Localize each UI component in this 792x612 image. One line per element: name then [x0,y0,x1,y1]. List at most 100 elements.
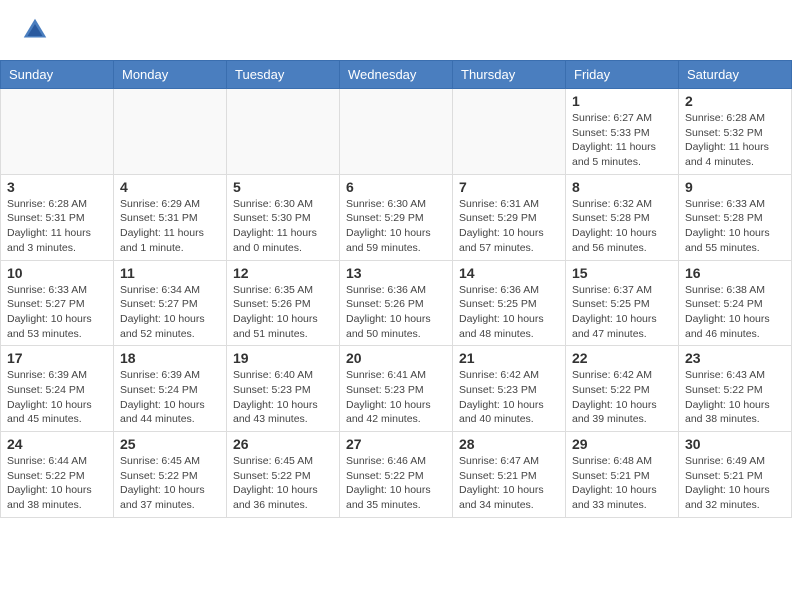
day-number: 15 [572,265,672,281]
calendar: SundayMondayTuesdayWednesdayThursdayFrid… [0,60,792,518]
calendar-cell: 4 Sunrise: 6:29 AM Sunset: 5:31 PM Daylig… [114,174,227,260]
day-number: 18 [120,350,220,366]
calendar-cell: 16 Sunrise: 6:38 AM Sunset: 5:24 PM Dayli… [679,260,792,346]
day-info: Sunrise: 6:47 AM Sunset: 5:21 PM Dayligh… [459,454,559,513]
calendar-cell: 7 Sunrise: 6:31 AM Sunset: 5:29 PM Daylig… [453,174,566,260]
header-friday: Friday [566,61,679,89]
header-thursday: Thursday [453,61,566,89]
week-row-1: 1 Sunrise: 6:27 AM Sunset: 5:33 PM Daylig… [1,89,792,175]
calendar-cell: 24 Sunrise: 6:44 AM Sunset: 5:22 PM Dayli… [1,432,114,518]
day-info: Sunrise: 6:43 AM Sunset: 5:22 PM Dayligh… [685,368,785,427]
day-number: 30 [685,436,785,452]
calendar-cell [114,89,227,175]
day-info: Sunrise: 6:44 AM Sunset: 5:22 PM Dayligh… [7,454,107,513]
calendar-cell: 10 Sunrise: 6:33 AM Sunset: 5:27 PM Dayli… [1,260,114,346]
day-info: Sunrise: 6:33 AM Sunset: 5:28 PM Dayligh… [685,197,785,256]
calendar-cell: 1 Sunrise: 6:27 AM Sunset: 5:33 PM Daylig… [566,89,679,175]
calendar-cell: 14Sunrise: 6:36 AM Sunset: 5:25 PM Dayli… [453,260,566,346]
day-number: 22 [572,350,672,366]
day-number: 13 [346,265,446,281]
week-row-5: 24 Sunrise: 6:44 AM Sunset: 5:22 PM Dayli… [1,432,792,518]
day-info: Sunrise: 6:42 AM Sunset: 5:23 PM Dayligh… [459,368,559,427]
day-info: Sunrise: 6:28 AM Sunset: 5:31 PM Dayligh… [7,197,107,256]
day-number: 26 [233,436,333,452]
day-number: 2 [685,93,785,109]
calendar-cell: 12 Sunrise: 6:35 AM Sunset: 5:26 PM Dayli… [227,260,340,346]
day-info: Sunrise: 6:36 AM Sunset: 5:25 PM Dayligh… [459,283,559,342]
day-number: 24 [7,436,107,452]
day-info: Sunrise: 6:29 AM Sunset: 5:31 PM Dayligh… [120,197,220,256]
calendar-cell: 6 Sunrise: 6:30 AM Sunset: 5:29 PM Daylig… [340,174,453,260]
day-number: 10 [7,265,107,281]
calendar-cell: 29 Sunrise: 6:48 AM Sunset: 5:21 PM Dayli… [566,432,679,518]
day-number: 21 [459,350,559,366]
day-info: Sunrise: 6:41 AM Sunset: 5:23 PM Dayligh… [346,368,446,427]
calendar-cell: 30 Sunrise: 6:49 AM Sunset: 5:21 PM Dayli… [679,432,792,518]
day-info: Sunrise: 6:31 AM Sunset: 5:29 PM Dayligh… [459,197,559,256]
day-number: 27 [346,436,446,452]
day-info: Sunrise: 6:48 AM Sunset: 5:21 PM Dayligh… [572,454,672,513]
calendar-cell: 20 Sunrise: 6:41 AM Sunset: 5:23 PM Dayli… [340,346,453,432]
calendar-cell: 28 Sunrise: 6:47 AM Sunset: 5:21 PM Dayli… [453,432,566,518]
day-number: 17 [7,350,107,366]
calendar-cell: 18 Sunrise: 6:39 AM Sunset: 5:24 PM Dayli… [114,346,227,432]
day-info: Sunrise: 6:33 AM Sunset: 5:27 PM Dayligh… [7,283,107,342]
day-number: 9 [685,179,785,195]
calendar-cell: 3 Sunrise: 6:28 AM Sunset: 5:31 PM Daylig… [1,174,114,260]
week-row-4: 17 Sunrise: 6:39 AM Sunset: 5:24 PM Dayli… [1,346,792,432]
day-number: 20 [346,350,446,366]
day-number: 16 [685,265,785,281]
day-info: Sunrise: 6:30 AM Sunset: 5:30 PM Dayligh… [233,197,333,256]
day-info: Sunrise: 6:32 AM Sunset: 5:28 PM Dayligh… [572,197,672,256]
day-number: 4 [120,179,220,195]
calendar-cell: 25 Sunrise: 6:45 AM Sunset: 5:22 PM Dayli… [114,432,227,518]
day-info: Sunrise: 6:46 AM Sunset: 5:22 PM Dayligh… [346,454,446,513]
day-number: 7 [459,179,559,195]
calendar-cell: 17 Sunrise: 6:39 AM Sunset: 5:24 PM Dayli… [1,346,114,432]
day-number: 5 [233,179,333,195]
calendar-cell: 13Sunrise: 6:36 AM Sunset: 5:26 PM Dayli… [340,260,453,346]
day-info: Sunrise: 6:34 AM Sunset: 5:27 PM Dayligh… [120,283,220,342]
day-info: Sunrise: 6:39 AM Sunset: 5:24 PM Dayligh… [120,368,220,427]
day-number: 19 [233,350,333,366]
calendar-cell [453,89,566,175]
day-info: Sunrise: 6:49 AM Sunset: 5:21 PM Dayligh… [685,454,785,513]
day-number: 23 [685,350,785,366]
day-info: Sunrise: 6:27 AM Sunset: 5:33 PM Dayligh… [572,111,672,170]
day-info: Sunrise: 6:45 AM Sunset: 5:22 PM Dayligh… [120,454,220,513]
header-monday: Monday [114,61,227,89]
day-number: 1 [572,93,672,109]
calendar-cell: 23 Sunrise: 6:43 AM Sunset: 5:22 PM Dayli… [679,346,792,432]
calendar-cell: 27 Sunrise: 6:46 AM Sunset: 5:22 PM Dayli… [340,432,453,518]
day-info: Sunrise: 6:39 AM Sunset: 5:24 PM Dayligh… [7,368,107,427]
day-number: 28 [459,436,559,452]
calendar-cell [340,89,453,175]
logo-icon [20,15,50,45]
calendar-cell: 8 Sunrise: 6:32 AM Sunset: 5:28 PM Daylig… [566,174,679,260]
day-number: 11 [120,265,220,281]
week-row-2: 3 Sunrise: 6:28 AM Sunset: 5:31 PM Daylig… [1,174,792,260]
calendar-cell: 15 Sunrise: 6:37 AM Sunset: 5:25 PM Dayli… [566,260,679,346]
day-info: Sunrise: 6:37 AM Sunset: 5:25 PM Dayligh… [572,283,672,342]
day-info: Sunrise: 6:35 AM Sunset: 5:26 PM Dayligh… [233,283,333,342]
day-info: Sunrise: 6:38 AM Sunset: 5:24 PM Dayligh… [685,283,785,342]
calendar-cell [1,89,114,175]
calendar-cell: 26 Sunrise: 6:45 AM Sunset: 5:22 PM Dayli… [227,432,340,518]
day-number: 25 [120,436,220,452]
day-number: 8 [572,179,672,195]
day-info: Sunrise: 6:40 AM Sunset: 5:23 PM Dayligh… [233,368,333,427]
day-number: 6 [346,179,446,195]
header-sunday: Sunday [1,61,114,89]
day-number: 3 [7,179,107,195]
header-wednesday: Wednesday [340,61,453,89]
header-tuesday: Tuesday [227,61,340,89]
day-number: 29 [572,436,672,452]
calendar-cell: 11 Sunrise: 6:34 AM Sunset: 5:27 PM Dayli… [114,260,227,346]
day-info: Sunrise: 6:45 AM Sunset: 5:22 PM Dayligh… [233,454,333,513]
day-info: Sunrise: 6:42 AM Sunset: 5:22 PM Dayligh… [572,368,672,427]
day-number: 12 [233,265,333,281]
day-info: Sunrise: 6:30 AM Sunset: 5:29 PM Dayligh… [346,197,446,256]
calendar-cell: 21 Sunrise: 6:42 AM Sunset: 5:23 PM Dayli… [453,346,566,432]
calendar-cell: 2Sunrise: 6:28 AM Sunset: 5:32 PM Daylig… [679,89,792,175]
calendar-cell: 5 Sunrise: 6:30 AM Sunset: 5:30 PM Daylig… [227,174,340,260]
